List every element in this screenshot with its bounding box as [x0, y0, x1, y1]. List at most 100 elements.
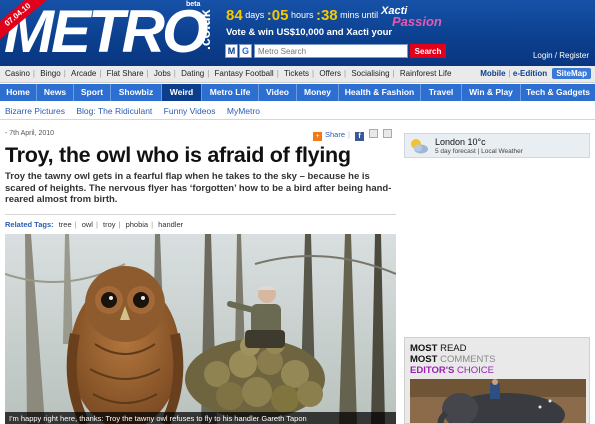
partly-cloudy-icon: [411, 139, 428, 154]
logo-domain-suffix: .co.uk: [197, 9, 213, 51]
nav-tab-home[interactable]: Home: [0, 84, 37, 101]
divider: [0, 119, 595, 120]
owl-and-handler-photo: [5, 234, 396, 424]
related-tags-label: Related Tags:: [5, 220, 54, 229]
separator: |: [118, 220, 121, 229]
search-button[interactable]: Search: [410, 44, 446, 58]
editors-choice-label-b: CHOICE: [456, 365, 494, 376]
separator: |: [392, 69, 395, 78]
promo-vote-text: Vote & win US$10,000 and Xacti your: [226, 27, 393, 38]
xacti-promo-banner[interactable]: 84 days :05 hours :38 mins until Xacti P…: [224, 5, 448, 39]
sitemap-button[interactable]: SiteMap: [552, 68, 591, 79]
separator: |: [95, 220, 98, 229]
services-links: Casino | Bingo | Arcade | Flat Share | Jobs |…: [5, 69, 451, 78]
countdown-days-label: days: [245, 10, 265, 20]
countdown-mins-label: mins until: [340, 10, 379, 20]
promo-countdown: 84 days :05 hours :38 mins until: [226, 7, 378, 24]
tag-link[interactable]: tree: [59, 220, 72, 229]
nav-tab-sport[interactable]: Sport: [74, 84, 111, 101]
services-link[interactable]: Rainforest Life: [400, 69, 452, 78]
nav-tab-showbiz[interactable]: Showbiz: [111, 84, 162, 101]
separator: |: [32, 69, 35, 78]
metro-search-toggle-icon[interactable]: M: [225, 44, 238, 58]
section-nav: Bizarre Pictures Blog: The Ridiculant Fu…: [5, 106, 269, 116]
countdown-hours-label: hours: [290, 10, 314, 20]
nav-tab-win-play[interactable]: Win & Play: [462, 84, 521, 101]
section-link-funny-videos[interactable]: Funny Videos: [164, 106, 216, 116]
google-search-toggle-icon[interactable]: G: [239, 44, 252, 58]
separator: |: [276, 69, 279, 78]
services-link[interactable]: Arcade: [71, 69, 96, 78]
facebook-icon[interactable]: f: [355, 132, 365, 141]
services-link[interactable]: Dating: [181, 69, 204, 78]
nav-tab-health-fashion[interactable]: Health & Fashion: [339, 84, 421, 101]
elephant-photo: [410, 379, 586, 423]
mobile-link[interactable]: Mobile: [480, 69, 505, 78]
tag-link[interactable]: phobia: [126, 220, 149, 229]
print-icon[interactable]: [383, 129, 393, 138]
related-tags: Related Tags: tree | owl | troy | phobia | h…: [5, 220, 183, 229]
section-link-mymetro[interactable]: MyMetro: [227, 106, 260, 116]
local-weather-link[interactable]: Local Weather: [481, 148, 523, 155]
services-link[interactable]: Jobs: [154, 69, 171, 78]
e-edition-link[interactable]: e-Edition: [513, 69, 547, 78]
nav-tab-tech-gadgets[interactable]: Tech & Gadgets: [521, 84, 595, 101]
nav-tab-weird[interactable]: Weird: [162, 84, 202, 101]
separator: |: [508, 69, 511, 78]
services-link[interactable]: Offers: [319, 69, 341, 78]
promo-brand-tagline: Passion: [392, 14, 442, 29]
services-link[interactable]: Fantasy Football: [215, 69, 274, 78]
countdown-days: 84: [226, 7, 243, 24]
services-link[interactable]: Casino: [5, 69, 30, 78]
nav-tab-news[interactable]: News: [37, 84, 74, 101]
metro-logo[interactable]: METRO: [4, 2, 209, 62]
weather-city: London 10°c: [435, 137, 486, 147]
services-link[interactable]: Flat Share: [107, 69, 144, 78]
weather-widget[interactable]: London 10°c 5 day forecast | Local Weath…: [404, 133, 590, 158]
search-input[interactable]: [254, 44, 408, 58]
services-link[interactable]: Socialising: [351, 69, 389, 78]
divider: [5, 214, 396, 215]
article-photo[interactable]: I'm happy right here, thanks: Troy the t…: [5, 234, 396, 424]
search-bar: M G Search: [224, 44, 446, 58]
countdown-mins: :38: [315, 7, 338, 24]
article-standfirst: Troy the tawny owl gets in a fearful fla…: [5, 171, 392, 205]
photo-caption: I'm happy right here, thanks: Troy the t…: [5, 412, 396, 424]
most-read-tab[interactable]: MOST READ: [410, 343, 467, 354]
most-comments-label-b: COMMENTS: [440, 354, 496, 365]
most-comments-tab[interactable]: MOST COMMENTS: [410, 354, 496, 365]
countdown-hours: :05: [266, 7, 289, 24]
tag-link[interactable]: handler: [158, 220, 183, 229]
nav-tab-video[interactable]: Video: [259, 84, 297, 101]
share-icon[interactable]: +: [313, 132, 322, 141]
nav-tab-money[interactable]: Money: [297, 84, 339, 101]
services-link[interactable]: Tickets: [284, 69, 309, 78]
login-register-link[interactable]: Login / Register: [533, 51, 589, 60]
editors-choice-tab[interactable]: EDITOR'S CHOICE: [410, 365, 494, 376]
share-link[interactable]: Share: [325, 130, 345, 139]
editors-choice-label-a: EDITOR'S: [410, 365, 455, 376]
separator: |: [146, 69, 149, 78]
section-link-bizarre-pictures[interactable]: Bizarre Pictures: [5, 106, 65, 116]
email-icon[interactable]: [369, 129, 379, 138]
separator: |: [344, 69, 347, 78]
separator: |: [74, 220, 77, 229]
separator: |: [477, 148, 480, 155]
section-link-blog-ridiculant[interactable]: Blog: The Ridiculant: [76, 106, 152, 116]
tag-link[interactable]: owl: [82, 220, 93, 229]
most-read-box: MOST READ MOST COMMENTS EDITOR'S CHOICE: [404, 337, 590, 424]
nav-tab-metro-life[interactable]: Metro Life: [202, 84, 259, 101]
five-day-forecast-link[interactable]: 5 day forecast: [435, 148, 476, 155]
share-tools: + Share | f: [313, 129, 393, 141]
services-nav: Casino | Bingo | Arcade | Flat Share | Jobs |…: [0, 66, 595, 83]
separator: |: [173, 69, 176, 78]
tag-link[interactable]: troy: [103, 220, 116, 229]
site-header: METRO beta .co.uk 07.04.10 84 days :05 h…: [0, 0, 595, 66]
services-link[interactable]: Bingo: [40, 69, 60, 78]
editors-choice-thumbnail[interactable]: [410, 379, 586, 423]
nav-tab-travel[interactable]: Travel: [421, 84, 462, 101]
separator: |: [348, 130, 350, 139]
separator: |: [151, 220, 154, 229]
separator: |: [312, 69, 315, 78]
main-nav: Home News Sport Showbiz Weird Metro Life…: [0, 84, 595, 101]
